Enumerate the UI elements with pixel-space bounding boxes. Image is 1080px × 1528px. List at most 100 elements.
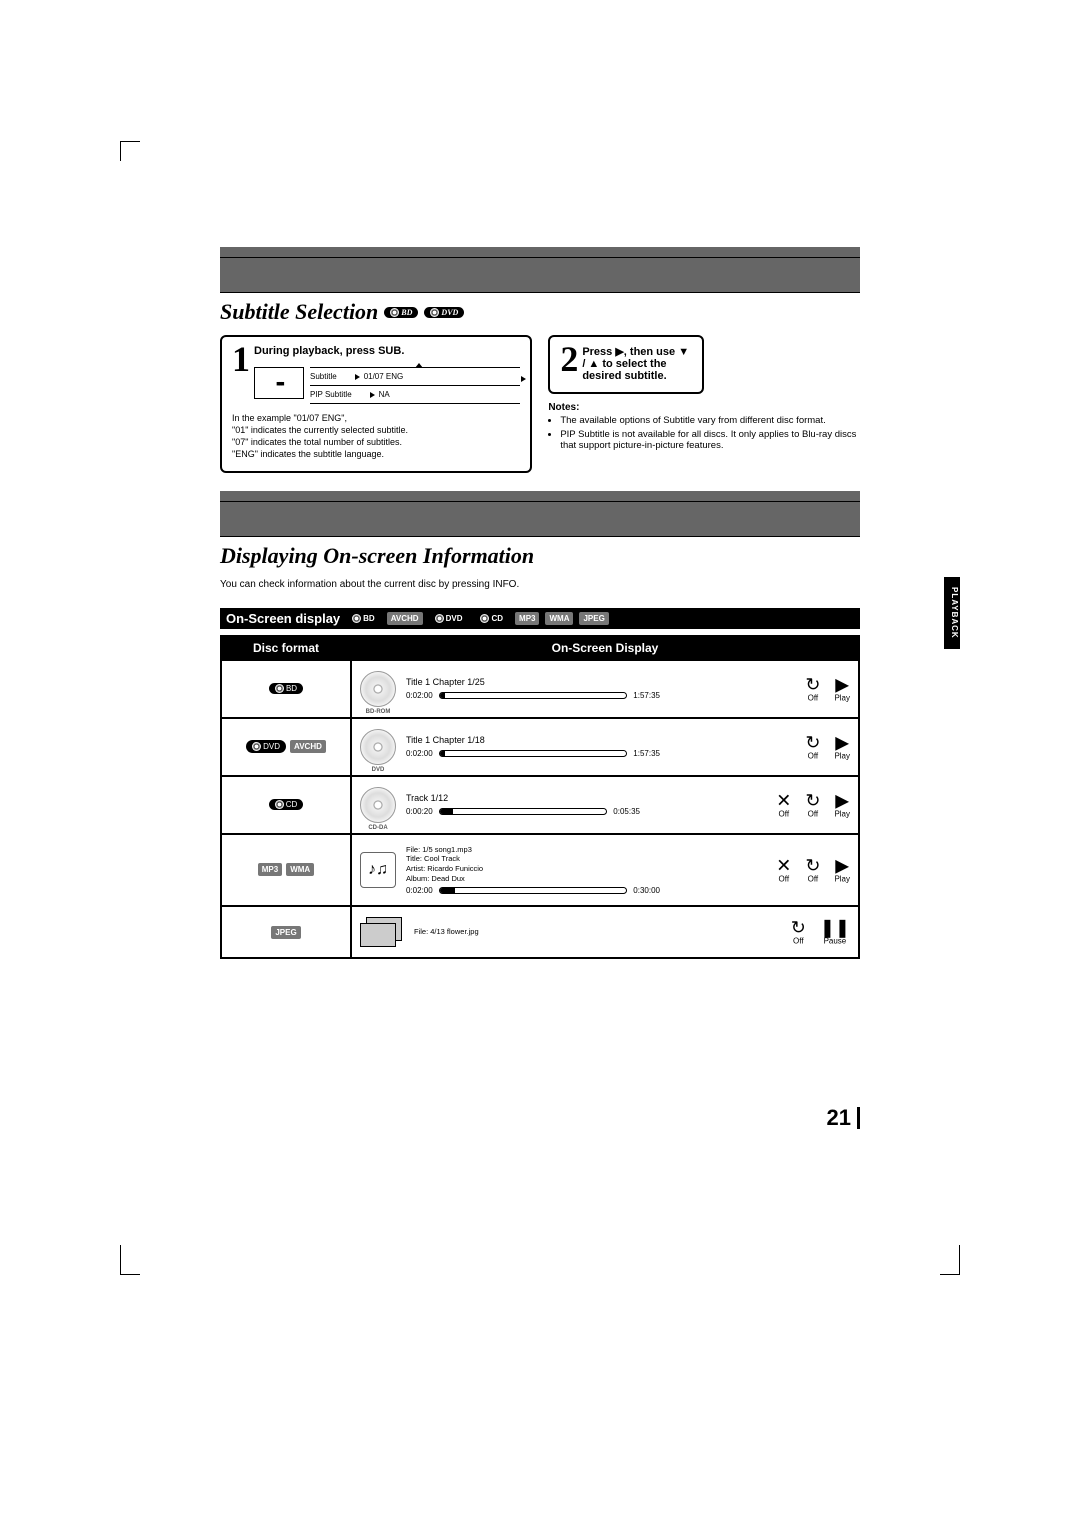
step-2-box: 2 Press ▶, then use ▼ / ▲ to select the … [548, 335, 704, 394]
subhead-text: On-Screen display [226, 611, 340, 626]
status-icons: ↻Off ▶Play [805, 675, 850, 702]
explain-line: "01" indicates the currently selected su… [232, 424, 520, 436]
explain-line: In the example "01/07 ENG", [232, 412, 520, 424]
progress-bar [439, 750, 628, 757]
badge-dvd: DVD [429, 613, 469, 624]
status-icons: ✕Off ↻Off ▶Play [776, 856, 850, 883]
badge-avchd: AVCHD [290, 740, 326, 753]
subtitle-osd-diagram: ▪▪▪ Subtitle 01/07 ENG PIP Subtitle [254, 367, 520, 406]
step-1-box: 1 During playback, press SUB. ▪▪▪ Subtit… [220, 335, 532, 473]
badge-avchd: AVCHD [387, 612, 423, 625]
side-triangle-icon [521, 376, 526, 382]
dvd-title: Title 1 Chapter 1/18 [406, 735, 660, 745]
badge-mp3: MP3 [515, 612, 539, 625]
section2-desc: You can check information about the curr… [220, 579, 860, 590]
heading-text: Displaying On-screen Information [220, 543, 534, 569]
step-1-explain: In the example "01/07 ENG", "01" indicat… [232, 412, 520, 461]
badge-wma: WMA [545, 612, 573, 625]
shuffle-icon: ✕ [776, 791, 791, 809]
osd-row2-label: PIP Subtitle [310, 390, 352, 399]
badge-cd: CD [474, 613, 509, 624]
status-icons: ↻Off ▶Play [805, 733, 850, 760]
disc-icon-dvd: DVD [360, 729, 396, 765]
repeat-icon: ↻ [791, 918, 806, 936]
osd-jpeg: File: 4/13 flower.jpg ↻Off ❚❚Pause [351, 906, 859, 958]
explain-line: "07" indicates the total number of subti… [232, 436, 520, 448]
osd-cd: CD-DA Track 1/12 0:00:20 0:05:35 ✕Off ↻O… [351, 776, 859, 834]
mp3-title-line: Title: Cool Track [406, 854, 660, 864]
play-triangle-icon [355, 374, 360, 380]
status-icons: ↻Off ❚❚Pause [791, 918, 850, 945]
play-icon: ▶ [834, 791, 850, 809]
explain-line: "ENG" indicates the subtitle language. [232, 448, 520, 460]
note-item: PIP Subtitle is not available for all di… [560, 429, 860, 451]
progress-bar [439, 692, 628, 699]
music-file-icon: ♪♫ [360, 852, 396, 888]
heading-text: Subtitle Selection [220, 299, 378, 325]
dvd-elapsed: 0:02:00 [406, 749, 433, 758]
mp3-total: 0:30:00 [633, 886, 660, 895]
mp3-file-line: File: 1/5 song1.mp3 [406, 845, 660, 855]
heading-subtitle-selection: Subtitle Selection BD DVD [220, 299, 860, 325]
bd-title: Title 1 Chapter 1/25 [406, 677, 660, 687]
notes-block: Notes: The available options of Subtitle… [548, 402, 860, 451]
badge-bd: BD [346, 613, 381, 624]
play-icon: ▶ [834, 733, 850, 751]
osd-row2-value: NA [379, 390, 390, 399]
badge-jpeg: JPEG [579, 612, 608, 625]
shuffle-icon: ✕ [776, 856, 791, 874]
triangle-up-icon [415, 363, 423, 368]
table-row: MP3 WMA ♪♫ File: 1/5 song1.mp3 Title: Co… [221, 834, 859, 906]
mp3-album-line: Album: Dead Dux [406, 874, 660, 884]
table-row: BD BD-ROM Title 1 Chapter 1/25 0:02:00 1… [221, 660, 859, 718]
osd-row1-label: Subtitle [310, 372, 337, 381]
osd-bd: BD-ROM Title 1 Chapter 1/25 0:02:00 1:57… [351, 660, 859, 718]
play-triangle-icon [370, 392, 375, 398]
page-content: PLAYBACK Subtitle Selection BD DVD 1 Dur… [220, 247, 860, 959]
badge-cd: CD [269, 799, 304, 810]
progress-bar [439, 887, 628, 894]
play-icon: ▶ [834, 856, 850, 874]
photo-stack-icon [360, 917, 404, 947]
status-icons: ✕Off ↻Off ▶Play [776, 791, 850, 818]
osd-row1-value: 01/07 ENG [364, 372, 404, 381]
table-row: JPEG File: 4/13 flower.jpg ↻Off ❚❚Pause [221, 906, 859, 958]
table-row: CD CD-DA Track 1/12 0:00:20 0:05:35 ✕Off [221, 776, 859, 834]
repeat-icon: ↻ [805, 675, 820, 693]
badge-wma: WMA [286, 863, 314, 876]
pause-icon: ❚❚ [820, 918, 850, 936]
crop-mark-bottom-left [120, 1245, 140, 1275]
mp3-artist-line: Artist: Ricardo Funiccio [406, 864, 660, 874]
step-1-head: During playback, press SUB. [254, 345, 404, 357]
crop-mark-bottom-right [940, 1245, 960, 1275]
osd-table: Disc format On-Screen Display BD BD-ROM … [220, 635, 860, 959]
repeat-icon: ↻ [805, 791, 820, 809]
play-icon: ▶ [834, 675, 850, 693]
progress-bar [439, 808, 608, 815]
dvd-total: 1:57:35 [633, 749, 660, 758]
badge-dvd: DVD [424, 307, 464, 318]
mp3-elapsed: 0:02:00 [406, 886, 433, 895]
crop-mark-top [120, 141, 140, 161]
cd-title: Track 1/12 [406, 793, 640, 803]
page-number: 21 [827, 1107, 860, 1129]
repeat-icon: ↻ [805, 856, 820, 874]
step-2-number: 2 [560, 345, 578, 373]
on-screen-display-bar: On-Screen display BD AVCHD DVD CD MP3 WM… [220, 608, 860, 629]
subtitle-osd-screen-icon: ▪▪▪ [254, 367, 304, 399]
repeat-icon: ↻ [805, 733, 820, 751]
cd-elapsed: 0:00:20 [406, 807, 433, 816]
badge-jpeg: JPEG [271, 926, 300, 939]
step-1-number: 1 [232, 345, 250, 373]
jpeg-file-line: File: 4/13 flower.jpg [414, 927, 479, 937]
badge-bd: BD [269, 683, 303, 694]
bd-total: 1:57:35 [633, 691, 660, 700]
note-item: The available options of Subtitle vary f… [560, 415, 860, 426]
bd-elapsed: 0:02:00 [406, 691, 433, 700]
rule-bar [220, 491, 860, 537]
cd-total: 0:05:35 [613, 807, 640, 816]
rule-bar [220, 247, 860, 293]
badge-bd: BD [384, 307, 418, 318]
osd-dvd: DVD Title 1 Chapter 1/18 0:02:00 1:57:35… [351, 718, 859, 776]
notes-heading: Notes: [548, 402, 860, 413]
